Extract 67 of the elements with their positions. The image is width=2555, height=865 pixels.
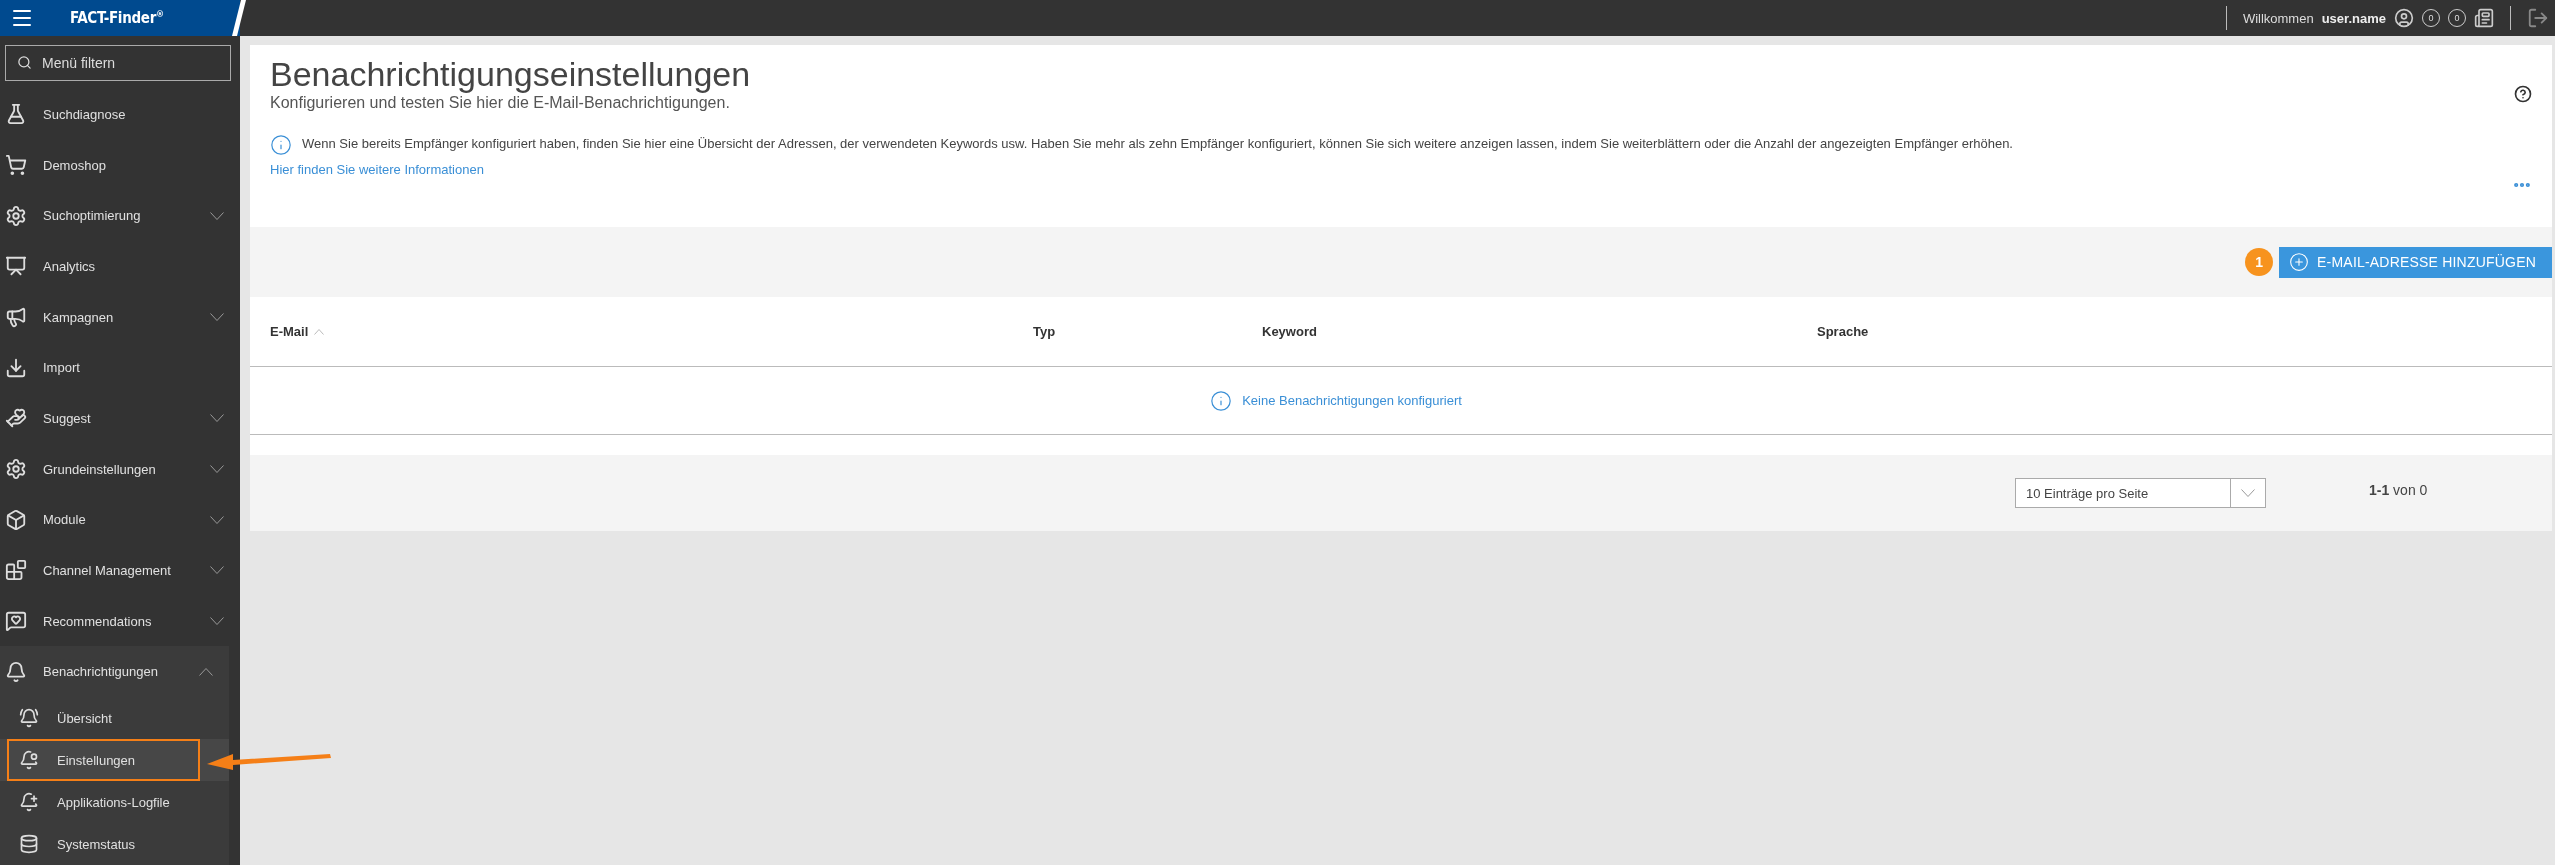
menu-item[interactable]: Recommendations [0, 595, 240, 647]
menu-item[interactable]: Analytics [0, 241, 240, 292]
bell-icon [19, 708, 39, 729]
chevron-down-icon [210, 414, 224, 423]
menu-item[interactable]: Suchoptimierung [0, 190, 240, 241]
chevron-down-icon [210, 515, 224, 524]
chevron-down-icon [210, 566, 224, 575]
gear-icon [5, 204, 27, 227]
menu-item[interactable]: Grundeinstellungen [0, 443, 240, 495]
submenu-item[interactable]: Applikations-Logfile [0, 781, 229, 824]
bell-icon [19, 750, 39, 771]
step-badge: 1 [2245, 248, 2274, 276]
column-header[interactable]: E-Mail [270, 324, 1033, 339]
logo: FACT-Finder$^{®}$ [70, 9, 164, 27]
blocks-icon [5, 559, 27, 582]
submenu-item[interactable]: Übersicht [0, 697, 229, 740]
database-icon [19, 834, 39, 855]
page-title: Benachrichtigungseinstellungen [270, 55, 752, 94]
menu-item[interactable]: Benachrichtigungen [0, 646, 229, 698]
plus-icon [2289, 252, 2310, 272]
cart-icon [5, 154, 27, 176]
chevron-up-icon [199, 667, 213, 676]
menu-item[interactable]: Suchdiagnose [0, 89, 240, 140]
slant-stripe [232, 0, 246, 36]
menu-item[interactable]: Import [0, 342, 240, 394]
chevron-down-icon [2241, 489, 2255, 497]
flask-icon [5, 103, 27, 126]
help-icon[interactable] [2514, 85, 2532, 103]
page-subtitle: Konfigurieren und testen Sie hier die E-Mail-Benachrichtigungen. [270, 94, 731, 112]
bell-icon [19, 792, 39, 813]
bell-icon [5, 660, 27, 683]
page-range: 1-1 von 0 [2369, 482, 2428, 498]
info-text: Wenn Sie bereits Empfänger konfiguriert haben, finden Sie hier eine Übersicht der Adressen, der verwendeten Keywords usw. Haben Sie mehr als zehn Empfänger konfiguriert, können Sie sich weitere anzeigen lassen, indem Sie weiterblättern oder die Anzahl der angezeigten Empfänger erhöhen. [302, 135, 2013, 151]
gear-icon [5, 458, 27, 481]
submenu-item[interactable]: Systemstatus [0, 823, 229, 865]
column-header[interactable]: Sprache [1817, 324, 2552, 339]
info-icon [1210, 389, 1233, 412]
user-name: user.name [2321, 10, 2386, 26]
logout-icon[interactable] [2527, 7, 2549, 29]
menu-item[interactable]: Channel Management [0, 545, 240, 596]
info-link[interactable]: Hier finden Sie weitere Informationen [270, 162, 484, 177]
chart-board-icon [5, 255, 27, 278]
search-icon [17, 55, 32, 70]
page-size-select[interactable]: 10 Einträge pro Seite [2015, 478, 2266, 508]
chevron-down-icon [210, 617, 224, 626]
menu-item[interactable]: Suggest [0, 393, 240, 444]
chevron-up-icon [314, 328, 325, 335]
submenu-item[interactable]: Einstellungen [0, 739, 229, 782]
chevron-down-icon [210, 211, 224, 220]
chevron-down-icon [210, 313, 224, 321]
menu-filter-field[interactable]: Menü filtern [5, 45, 231, 81]
menu-item[interactable]: Kampagnen [0, 291, 240, 343]
user-icon[interactable] [2394, 8, 2414, 28]
welcome-text: Willkommen [2242, 10, 2314, 26]
chevron-down-icon [210, 465, 224, 474]
menu-item[interactable]: Module [0, 494, 240, 546]
cube-icon [5, 508, 27, 531]
document-icon[interactable] [2474, 8, 2494, 28]
speech-bubble-icon [5, 610, 27, 633]
empty-message: Keine Benachrichtigungen konfiguriert [1242, 393, 1462, 408]
column-header[interactable]: Typ [1033, 324, 1262, 339]
hand-icon [5, 407, 27, 430]
column-header[interactable]: Keyword [1262, 324, 1817, 339]
download-icon [5, 356, 27, 379]
info-icon [270, 134, 292, 156]
megaphone-icon [5, 306, 27, 328]
menu-item[interactable]: Demoshop [0, 139, 240, 191]
